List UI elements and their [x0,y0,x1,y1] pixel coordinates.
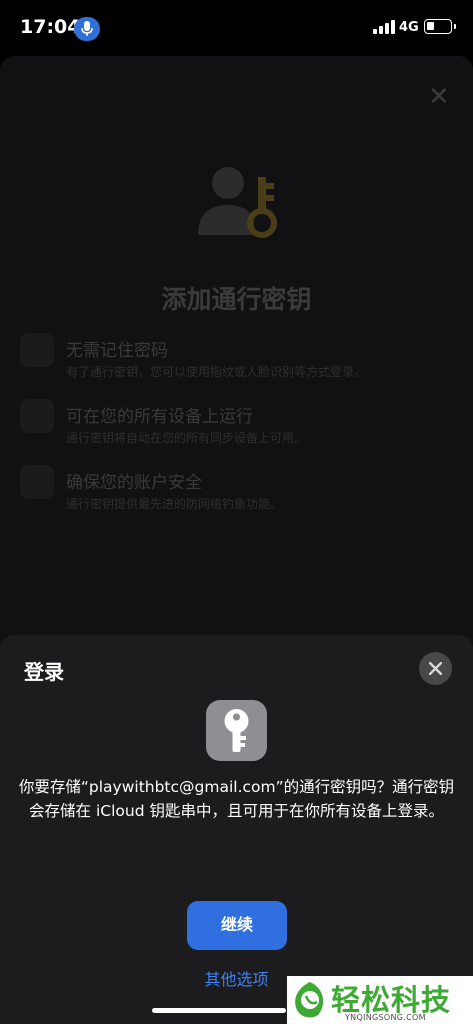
key-icon [224,709,249,752]
feature-title: 确保您的账户安全 [66,473,202,493]
microphone-indicator [74,17,100,41]
feature-title: 可在您的所有设备上运行 [66,407,253,427]
status-time: 17:04 [20,16,81,38]
feature-title: 无需记住密码 [66,341,168,361]
close-icon [429,662,442,675]
passkey-save-message: 你要存储“playwithbtc@gmail.com”的通行密钥吗？通行密钥会存… [18,778,455,820]
network-type: 4G [399,20,419,35]
passkey-sign-in-sheet: 登录 你要存储“playwithbtc@gmail.com”的通行密钥吗？通行密… [0,635,473,1024]
background-page-title: 添加通行密钥 [161,285,312,314]
signal-icon [373,20,395,34]
continue-button[interactable]: 继续 [187,901,287,950]
close-button[interactable] [419,652,452,685]
feature-description: 有了通行密钥，您可以使用指纹或人脸识别等方式登录。 [66,365,367,379]
watermark-url: YNQINGSONG.COM [345,1013,426,1022]
devices-icon [20,399,54,433]
home-indicator[interactable] [152,1008,286,1013]
feature-description: 通行密钥提供最先进的防网络钓鱼功能。 [66,497,283,511]
watermark-logo: 轻松科技 YNQINGSONG.COM [287,976,473,1024]
watermark-leaf-icon [295,982,324,1018]
keychain-app-icon [206,700,267,761]
shield-icon [20,465,54,499]
sheet-title: 登录 [24,660,64,684]
battery-icon [424,19,456,34]
passkey-illustration-icon [198,167,277,238]
background-close-icon: ✕ [428,82,450,112]
feature-description: 通行密钥将自动在您的所有同步设备上可用。 [66,431,307,445]
fingerprint-icon [20,333,54,367]
microphone-icon [81,21,93,36]
status-bar: 17:04 4G [0,0,473,56]
